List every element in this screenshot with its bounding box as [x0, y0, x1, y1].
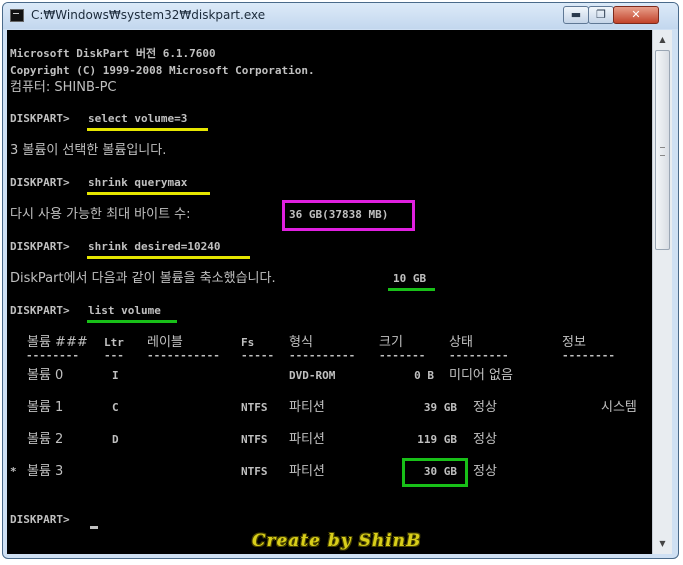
cell-size: 119 GB	[417, 433, 457, 446]
table-separator: ----------	[289, 349, 356, 362]
table-separator: --------	[26, 349, 79, 362]
table-separator: ---	[104, 349, 124, 362]
cell-ltr: D	[112, 433, 119, 446]
command-select-volume: select volume=3	[88, 112, 188, 125]
cell-status: 미디어 없음	[449, 368, 513, 383]
result-underline	[388, 288, 435, 291]
minimize-button[interactable]: ▬	[563, 6, 589, 24]
maximize-button[interactable]: ❐	[588, 6, 614, 24]
prompt: DISKPART>	[10, 112, 70, 125]
cell-info: 시스템	[601, 400, 637, 415]
output-select: 3 볼륨이 선택한 볼륨입니다.	[10, 143, 167, 158]
cell-status: 정상	[473, 432, 497, 447]
command-list-volume: list volume	[88, 304, 161, 317]
cell-size: 0 B	[414, 369, 434, 382]
prompt: DISKPART>	[10, 304, 70, 317]
title-bar[interactable]: C:₩Windows₩system32₩diskpart.exe ▬ ❐ ✕	[3, 3, 678, 29]
table-separator: --------	[562, 349, 615, 362]
cell-fs: NTFS	[241, 401, 268, 414]
cell-ltr: C	[112, 401, 119, 414]
table-separator: -------	[379, 349, 426, 362]
cell-status: 정상	[473, 464, 497, 479]
cell-type: 파티션	[289, 464, 325, 479]
scrollbar-thumb[interactable]	[655, 50, 670, 250]
grip-icon	[660, 147, 665, 156]
table-separator: -----	[241, 349, 275, 362]
cell-size: 30 GB	[423, 465, 457, 478]
command-shrink-querymax: shrink querymax	[88, 176, 188, 189]
command-underline	[87, 256, 250, 259]
cell-volume: 볼륨 0	[27, 368, 64, 383]
cell-fs: NTFS	[241, 433, 268, 446]
cell-ltr: I	[112, 369, 119, 382]
scroll-down-arrow-icon[interactable]: ▼	[655, 536, 670, 552]
final-prompt: DISKPART>	[10, 513, 70, 526]
output-querymax-value: 36 GB(37838 MB)	[289, 208, 389, 221]
cell-type: 파티션	[289, 432, 325, 447]
window-title: C:₩Windows₩system32₩diskpart.exe	[31, 8, 266, 22]
cell-size: 39 GB	[423, 401, 457, 414]
prompt: DISKPART>	[10, 240, 70, 253]
header-computer: 컴퓨터: SHINB-PC	[10, 80, 117, 95]
prompt: DISKPART>	[10, 176, 70, 189]
command-underline	[87, 320, 177, 323]
header-version: Microsoft DiskPart 버전 6.1.7600	[10, 47, 216, 60]
cell-volume: 볼륨 2	[27, 432, 64, 447]
diskpart-window: C:₩Windows₩system32₩diskpart.exe ▬ ❐ ✕ M…	[2, 2, 679, 559]
selected-marker: *	[10, 465, 17, 478]
command-shrink-desired: shrink desired=10240	[88, 240, 221, 253]
cell-volume: 볼륨 3	[27, 464, 64, 479]
header-copyright: Copyright (C) 1999-2008 Microsoft Corpor…	[10, 64, 315, 77]
cell-status: 정상	[473, 400, 497, 415]
text-cursor	[90, 526, 98, 529]
scroll-up-arrow-icon[interactable]: ▲	[655, 32, 670, 48]
output-shrink-amount: 10 GB	[393, 272, 427, 285]
console-icon	[10, 9, 24, 22]
watermark: Create by ShinB	[252, 531, 422, 551]
table-separator: ---------	[449, 349, 509, 362]
command-underline	[87, 128, 208, 131]
cell-type: 파티션	[289, 400, 325, 415]
output-querymax-label: 다시 사용 가능한 최대 바이트 수:	[10, 207, 191, 222]
close-button[interactable]: ✕	[613, 6, 659, 24]
console-output[interactable]: Microsoft DiskPart 버전 6.1.7600 Copyright…	[7, 30, 652, 554]
output-shrink-result: DiskPart에서 다음과 같이 볼륨을 축소했습니다.	[10, 271, 276, 286]
command-underline	[87, 192, 210, 195]
vertical-scrollbar[interactable]: ▲ ▼	[652, 30, 672, 554]
cell-volume: 볼륨 1	[27, 400, 64, 415]
cell-type: DVD-ROM	[289, 369, 336, 382]
table-separator: -----------	[147, 349, 220, 362]
cell-fs: NTFS	[241, 465, 268, 478]
